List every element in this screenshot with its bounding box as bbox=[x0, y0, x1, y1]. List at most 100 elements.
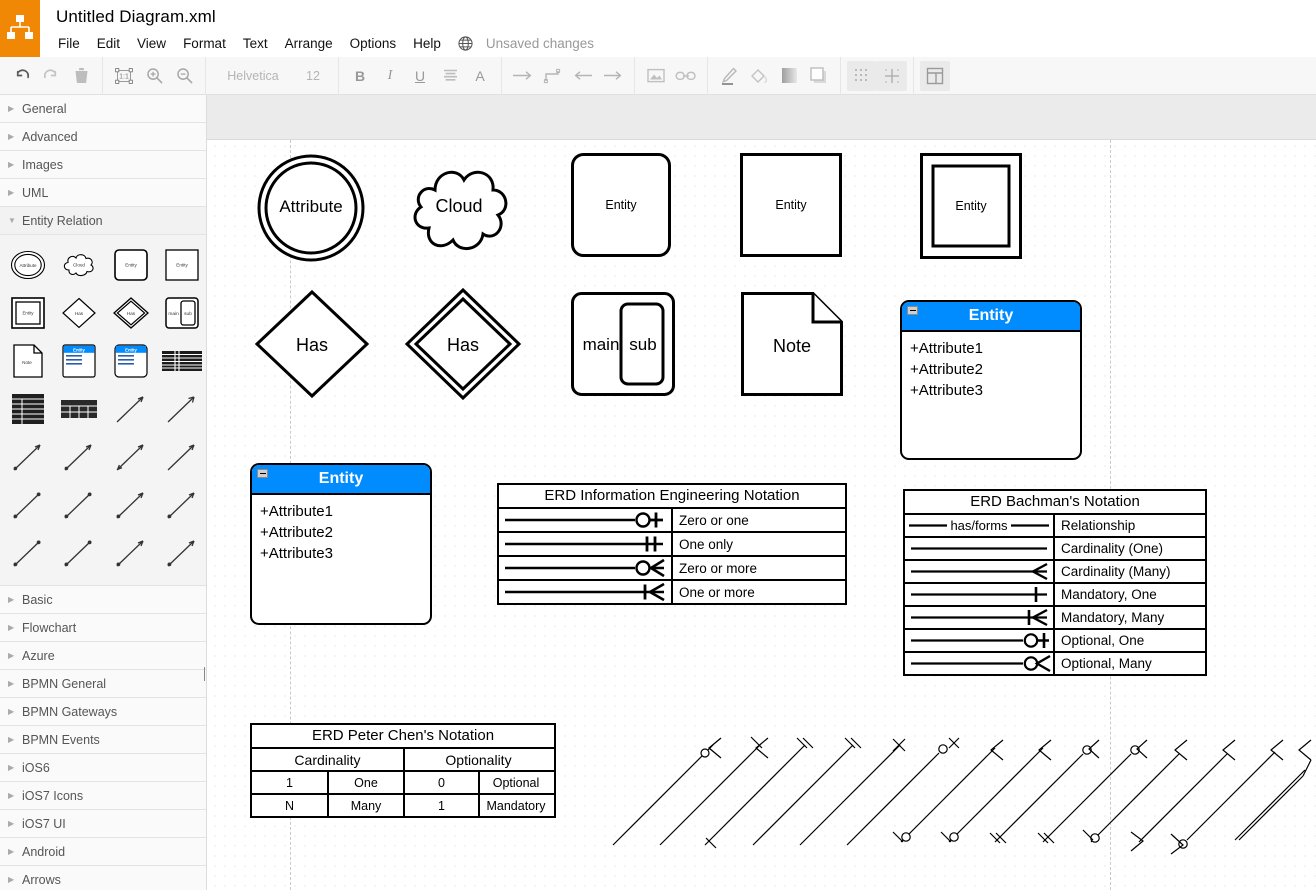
palette-shape-edge-arrow-11[interactable] bbox=[6, 531, 50, 575]
sidebar-item-flowchart[interactable]: ▶ Flowchart bbox=[0, 614, 206, 642]
sidebar-item-label: Advanced bbox=[22, 130, 78, 144]
zoom-reset-button[interactable]: 1:1 bbox=[109, 61, 139, 91]
palette-shape-main-sub-divided[interactable]: main sub bbox=[161, 291, 205, 335]
italic-button[interactable]: I bbox=[375, 61, 405, 91]
palette-shape-edge-arrow-9[interactable] bbox=[109, 483, 153, 527]
palette-shape-edge-arrow-1[interactable] bbox=[109, 387, 153, 431]
font-family-select[interactable]: Helvetica bbox=[212, 69, 294, 83]
sidebar-item-bpmn-general[interactable]: ▶ BPMN General bbox=[0, 670, 206, 698]
main-sub-shape[interactable]: main sub bbox=[571, 292, 675, 396]
undo-button[interactable] bbox=[6, 61, 36, 91]
palette-shape-table-dark-rows[interactable] bbox=[6, 387, 50, 431]
palette-shape-edge-arrow-3[interactable] bbox=[6, 435, 50, 479]
menu-options[interactable]: Options bbox=[350, 36, 397, 51]
zoom-out-button[interactable] bbox=[169, 61, 199, 91]
palette-shape-attribute-double-ellipse[interactable]: Attribute bbox=[6, 243, 50, 287]
redo-button[interactable] bbox=[36, 61, 66, 91]
has-diamond-shape[interactable]: Has bbox=[255, 290, 369, 398]
sidebar-item-basic[interactable]: ▶ Basic bbox=[0, 586, 206, 614]
palette-shape-table-dark-striped[interactable] bbox=[161, 339, 205, 383]
delete-button[interactable] bbox=[66, 61, 96, 91]
align-left-button[interactable] bbox=[435, 61, 465, 91]
font-size-select[interactable]: 12 bbox=[294, 69, 332, 83]
note-shape[interactable]: Note bbox=[741, 292, 843, 396]
sidebar-item-ios7-ui[interactable]: ▶ iOS7 UI bbox=[0, 810, 206, 838]
palette-shape-table-grid[interactable] bbox=[58, 387, 102, 431]
image-icon-button[interactable] bbox=[641, 61, 671, 91]
sidebar-item-bpmn-events[interactable]: ▶ BPMN Events bbox=[0, 726, 206, 754]
palette-shape-has-double-diamond[interactable]: Has bbox=[109, 291, 153, 335]
palette-shape-edge-arrow-4[interactable] bbox=[58, 435, 102, 479]
gradient-square-icon-button[interactable] bbox=[774, 61, 804, 91]
entity-rect-shape[interactable]: Entity bbox=[740, 153, 842, 257]
menu-file[interactable]: File bbox=[58, 36, 80, 51]
globe-icon[interactable] bbox=[458, 36, 473, 51]
sidebar-item-arrows[interactable]: ▶ Arrows bbox=[0, 866, 206, 890]
sidebar-item-azure[interactable]: ▶ Azure bbox=[0, 642, 206, 670]
zoom-in-button[interactable] bbox=[139, 61, 169, 91]
bold-button[interactable]: B bbox=[345, 61, 375, 91]
arrow-right-icon-button[interactable] bbox=[508, 61, 538, 91]
palette-shape-note[interactable]: Note bbox=[6, 339, 50, 383]
palette-shape-edge-arrow-13[interactable] bbox=[109, 531, 153, 575]
entity-rounded-shape[interactable]: Entity bbox=[571, 153, 671, 257]
sidebar-item-ios7-icons[interactable]: ▶ iOS7 Icons bbox=[0, 782, 206, 810]
palette-shape-edge-arrow-14[interactable] bbox=[161, 531, 205, 575]
entity-nested-rect-shape[interactable]: Entity bbox=[920, 153, 1022, 259]
diagram-canvas[interactable]: Attribute Cloud Entity Entity bbox=[207, 140, 1316, 890]
sidebar-item-uml[interactable]: ▶ UML bbox=[0, 179, 206, 207]
palette-shape-edge-arrow-10[interactable] bbox=[161, 483, 205, 527]
menu-text[interactable]: Text bbox=[243, 36, 268, 51]
collapse-minus-icon[interactable] bbox=[907, 306, 918, 315]
has-double-diamond-shape[interactable]: Has bbox=[405, 288, 521, 400]
ie-notation-table[interactable]: ERD Information Engineering Notation Zer… bbox=[497, 483, 847, 605]
sidebar-item-images[interactable]: ▶ Images bbox=[0, 151, 206, 179]
palette-shape-edge-arrow-7[interactable] bbox=[6, 483, 50, 527]
palette-shape-cloud[interactable]: Cloud bbox=[58, 243, 102, 287]
sidebar-item-general[interactable]: ▶ General bbox=[0, 95, 206, 123]
pencil-icon-button[interactable] bbox=[714, 61, 744, 91]
palette-shape-edge-arrow-12[interactable] bbox=[58, 531, 102, 575]
elbow-connector-button[interactable] bbox=[538, 61, 568, 91]
shadow-square-icon-button[interactable] bbox=[804, 61, 834, 91]
zero-or-one-crowfoot-icon bbox=[499, 509, 671, 531]
menu-help[interactable]: Help bbox=[413, 36, 441, 51]
bachman-notation-table[interactable]: ERD Bachman's Notation has/forms Relatio… bbox=[903, 489, 1207, 676]
palette-shape-edge-arrow-6[interactable] bbox=[161, 435, 205, 479]
palette-shape-edge-arrow-2[interactable] bbox=[161, 387, 205, 431]
arrow-right-2-button[interactable] bbox=[598, 61, 628, 91]
crosshair-icon-button[interactable] bbox=[877, 61, 907, 91]
menu-format[interactable]: Format bbox=[183, 36, 226, 51]
panel-layout-icon-button[interactable] bbox=[920, 61, 950, 91]
chen-notation-table[interactable]: ERD Peter Chen's Notation Cardinality Op… bbox=[250, 723, 556, 818]
palette-shape-uml-entity-blue[interactable]: Entity bbox=[58, 339, 102, 383]
sidebar-item-android[interactable]: ▶ Android bbox=[0, 838, 206, 866]
palette-shape-uml-entity-blue-2[interactable]: Entity bbox=[109, 339, 153, 383]
paint-bucket-icon-button[interactable] bbox=[744, 61, 774, 91]
uml-entity-top-right[interactable]: Entity +Attribute1 +Attribute2 +Attribut… bbox=[900, 300, 1082, 460]
palette-shape-entity-nested-rect[interactable]: Entity bbox=[6, 291, 50, 335]
underline-button[interactable]: U bbox=[405, 61, 435, 91]
sidebar-item-entity-relation[interactable]: ▼ Entity Relation bbox=[0, 207, 206, 235]
sidebar-item-bpmn-gateways[interactable]: ▶ BPMN Gateways bbox=[0, 698, 206, 726]
collapse-minus-icon[interactable] bbox=[257, 469, 268, 478]
font-color-button[interactable]: A bbox=[465, 61, 495, 91]
palette-shape-entity-rounded[interactable]: Entity bbox=[109, 243, 153, 287]
link-chain-icon-button[interactable] bbox=[671, 61, 701, 91]
uml-entity-mid-left[interactable]: Entity +Attribute1 +Attribute2 +Attribut… bbox=[250, 463, 432, 625]
menu-view[interactable]: View bbox=[137, 36, 166, 51]
attribute-double-ellipse-shape[interactable]: Attribute bbox=[257, 153, 365, 263]
palette-shape-entity-rect[interactable]: Entity bbox=[161, 243, 205, 287]
sidebar-item-ios6[interactable]: ▶ iOS6 bbox=[0, 754, 206, 782]
menu-edit[interactable]: Edit bbox=[97, 36, 120, 51]
sidebar-item-advanced[interactable]: ▶ Advanced bbox=[0, 123, 206, 151]
cloud-shape[interactable]: Cloud bbox=[407, 160, 511, 256]
palette-shape-edge-arrow-5[interactable] bbox=[109, 435, 153, 479]
palette-shape-edge-arrow-8[interactable] bbox=[58, 483, 102, 527]
arrow-left-button[interactable] bbox=[568, 61, 598, 91]
dot-grid-icon-button[interactable] bbox=[847, 61, 877, 91]
palette-shape-has-diamond[interactable]: Has bbox=[58, 291, 102, 335]
app-logo[interactable] bbox=[0, 0, 40, 57]
menu-arrange[interactable]: Arrange bbox=[285, 36, 333, 51]
shapes-sidebar[interactable]: ▶ General ▶ Advanced ▶ Images ▶ UML ▼ En… bbox=[0, 95, 207, 890]
